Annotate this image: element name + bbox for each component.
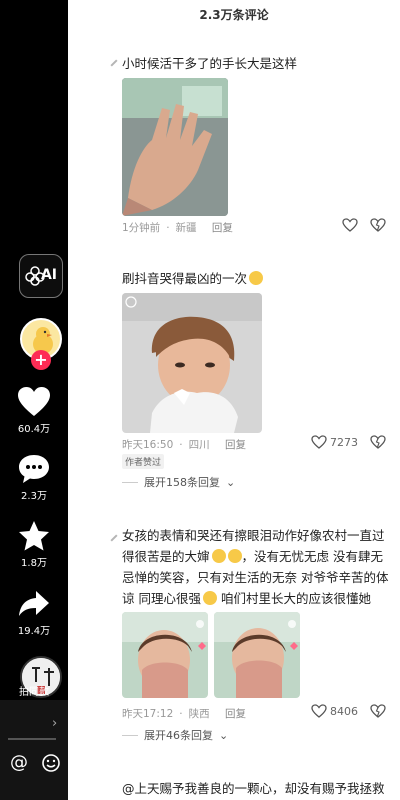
share-action[interactable]: 19.4万 — [0, 588, 68, 637]
share-count: 19.4万 — [17, 626, 51, 637]
quote-mark-icon — [110, 59, 118, 67]
broken-heart-icon — [370, 435, 386, 449]
like-count: 7273 — [330, 435, 358, 449]
chevron-down-icon: ⌄ — [226, 475, 236, 489]
comment-time: 1分钟前 — [122, 222, 161, 234]
video-side-rail: AI + 60.4万 2.3万 1.8万 19.4万 拍同款 › @ — [0, 0, 68, 800]
comment-action[interactable]: 2.3万 — [0, 453, 68, 502]
broken-heart-icon — [370, 218, 386, 232]
crying-emoji-icon — [211, 549, 226, 563]
hand-photo — [122, 78, 228, 216]
ai-label: AI — [40, 267, 57, 283]
emoji-smile-icon[interactable] — [40, 752, 62, 774]
comment-dislike-button[interactable] — [370, 218, 386, 232]
heart-outline-icon — [311, 435, 327, 449]
rail-bottom-panel — [0, 700, 68, 800]
comment-bubble-icon — [19, 455, 49, 483]
comment-meta: 昨天16:50 · 四川 回复 — [122, 439, 246, 451]
follow-plus-button[interactable]: + — [31, 350, 51, 370]
heart-outline-icon — [311, 704, 327, 718]
comment-meta: 昨天17:12 · 陕西 回复 — [122, 708, 246, 720]
divider-line — [122, 481, 138, 483]
reply-button[interactable]: 回复 — [212, 222, 233, 234]
comment-like-button[interactable]: 8406 — [311, 704, 358, 718]
like-count: 60.4万 — [17, 424, 51, 435]
comment-count: 2.3万 — [21, 491, 47, 502]
comment-line: 女孩的表情和哭还有擦眼泪动作好像农村一直过 — [122, 528, 385, 543]
comment-like-button[interactable] — [342, 218, 358, 232]
share-arrow-icon — [19, 591, 49, 616]
comment-text: 刷抖音哭得最凶的一次 — [122, 268, 394, 289]
comment-image-crying-1[interactable] — [122, 612, 208, 698]
comment-dislike-button[interactable] — [370, 704, 386, 718]
comment-text: @上天赐予我善良的一颗心，却没有赐予我拯救 — [122, 781, 385, 796]
comment-line-part: 咱们村里长大的应该很懂她 — [216, 591, 371, 606]
comment-panel: 2.3万条评论 小时候活干多了的手长大是这样 1分钟前 · 新疆 回复 刷抖音哭得最… — [68, 0, 400, 800]
comment-line: 谅 同理心很强 咱们村里长大的应该很懂她 — [122, 588, 394, 609]
favorite-action[interactable]: 1.8万 — [0, 520, 68, 569]
reply-button[interactable]: 回复 — [225, 708, 246, 720]
comment-line-part: ，没有无忧无虑 没有肆无 — [241, 549, 383, 564]
comment-location: 四川 — [188, 439, 210, 451]
heart-icon — [18, 387, 50, 416]
comment-dislike-button[interactable] — [370, 435, 386, 449]
expand-replies-label: 展开46条回复 — [144, 729, 213, 742]
crying-emoji-icon — [249, 271, 264, 285]
like-action[interactable]: 60.4万 — [0, 386, 68, 435]
comment-location: 陕西 — [188, 708, 210, 720]
reply-button[interactable]: 回复 — [225, 439, 246, 451]
crying-girl-photo — [214, 612, 300, 698]
comment-location: 新疆 — [175, 222, 197, 234]
comment-text-content: 刷抖音哭得最凶的一次 — [122, 271, 248, 286]
at-mention-icon[interactable]: @ — [8, 752, 30, 774]
selfie-photo — [122, 293, 262, 433]
favorite-count: 1.8万 — [21, 558, 47, 569]
divider-line — [122, 734, 138, 736]
comment-time: 昨天16:50 — [122, 439, 174, 451]
chevron-right-icon[interactable]: › — [52, 716, 57, 731]
comment-line: 忌惮的笑容，只有对生活的无奈 对爷爷辛苦的体 — [122, 570, 389, 585]
comment-line: 得很苦是的大婶 ，没有无忧无虑 没有肆无 — [122, 546, 394, 567]
comment-line-part: 得很苦是的大婶 — [122, 549, 210, 564]
comment-count-title: 2.3万条评论 — [199, 8, 269, 22]
comment-meta: 1分钟前 · 新疆 回复 — [122, 222, 233, 234]
chevron-down-icon: ⌄ — [219, 728, 229, 742]
broken-heart-icon — [370, 704, 386, 718]
like-count: 8406 — [330, 704, 358, 718]
quote-mark-icon — [110, 534, 118, 542]
comment-text: 女孩的表情和哭还有擦眼泪动作好像农村一直过 得很苦是的大婶 ，没有无忧无虑 没有肆… — [122, 525, 394, 609]
shoot-same-label[interactable]: 拍同款 — [0, 683, 68, 698]
crying-emoji-icon — [202, 591, 217, 605]
expand-replies-label: 展开158条回复 — [144, 476, 220, 489]
comment-text: 小时候活干多了的手长大是这样 — [122, 56, 298, 71]
author-liked-badge: 作者赞过 — [122, 454, 165, 469]
ai-button[interactable]: AI — [19, 254, 63, 298]
comment-image-selfie[interactable] — [122, 293, 262, 433]
comment-image-crying-2[interactable] — [214, 612, 300, 698]
comment-like-button[interactable]: 7273 — [311, 435, 358, 449]
star-icon — [19, 521, 49, 551]
crying-girl-photo — [122, 612, 208, 698]
crying-emoji-icon — [227, 549, 242, 563]
comment-line-part: 谅 同理心很强 — [122, 591, 201, 606]
expand-replies-button[interactable]: 展开158条回复 ⌄ — [122, 474, 235, 490]
expand-replies-button[interactable]: 展开46条回复 ⌄ — [122, 727, 228, 743]
heart-outline-icon — [342, 218, 358, 232]
comment-image-hand[interactable] — [122, 78, 228, 216]
comment-time: 昨天17:12 — [122, 708, 174, 720]
rail-divider — [8, 738, 56, 740]
